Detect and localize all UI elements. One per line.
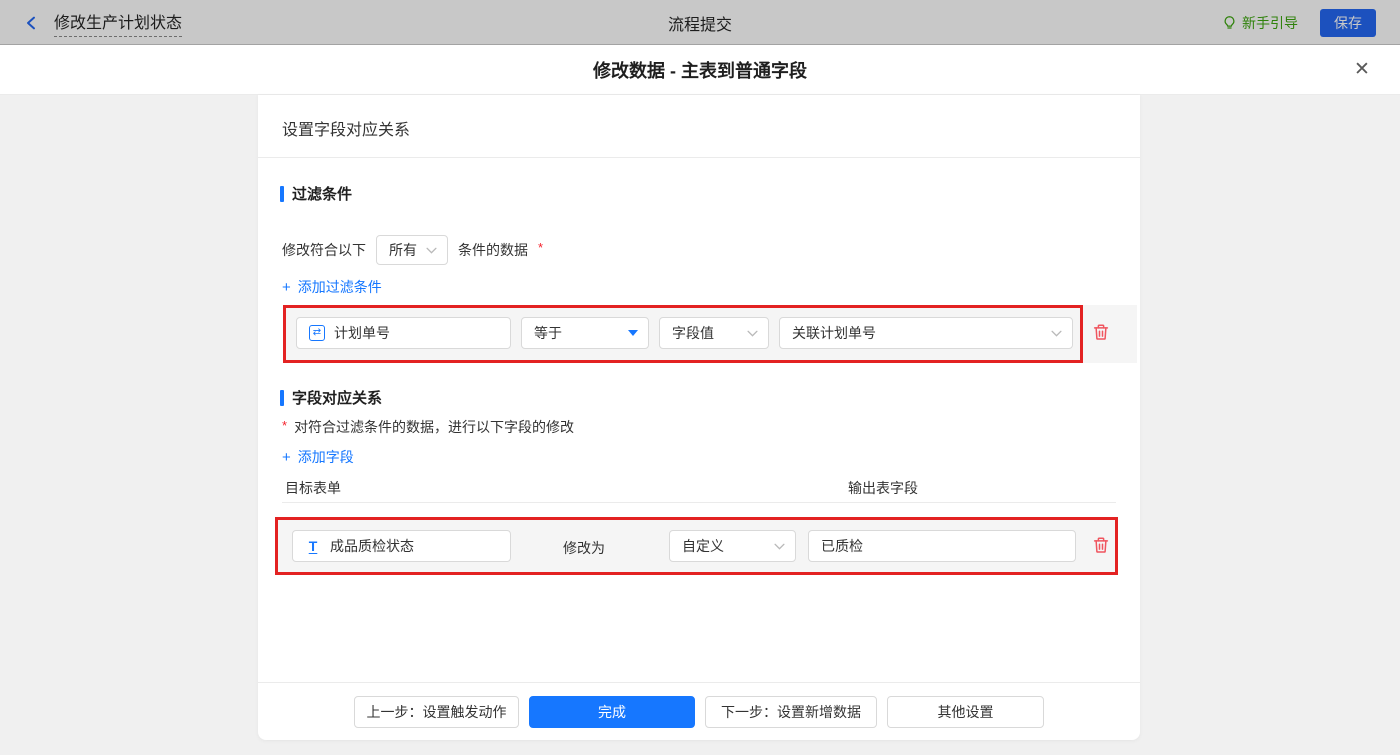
- modify-data-dialog: 修改数据 - 主表到普通字段 ✕ 设置字段对应关系 过滤条件 修改符合以下 所有…: [0, 45, 1400, 755]
- delete-mapping-row-icon[interactable]: [1092, 536, 1112, 556]
- custom-value-input[interactable]: 已质检: [808, 530, 1076, 562]
- section-bar: [280, 186, 284, 202]
- prev-step-button[interactable]: 上一步：设置触发动作: [354, 696, 519, 728]
- dialog-header: 修改数据 - 主表到普通字段 ✕: [0, 45, 1400, 95]
- condition-prefix: 修改符合以下: [282, 240, 366, 260]
- dropdown-triangle-icon: [628, 330, 638, 336]
- condition-suffix: 条件的数据: [458, 240, 528, 260]
- save-button[interactable]: 保存: [1320, 9, 1376, 37]
- value-type-select[interactable]: 字段值: [659, 317, 769, 349]
- card-footer: 上一步：设置触发动作 完成 下一步：设置新增数据 其他设置: [258, 682, 1140, 740]
- chevron-down-icon: [747, 330, 758, 337]
- match-mode-select[interactable]: 所有: [376, 235, 448, 265]
- custom-value-type-select[interactable]: 自定义: [669, 530, 796, 562]
- beginner-guide-link[interactable]: 新手引导: [1222, 13, 1298, 33]
- other-settings-button[interactable]: 其他设置: [887, 696, 1044, 728]
- close-icon[interactable]: ✕: [1349, 57, 1375, 83]
- chevron-down-icon: [426, 247, 437, 254]
- chevron-down-icon: [774, 543, 785, 550]
- mapping-section-title: 字段对应关系: [280, 387, 382, 408]
- settings-card: 设置字段对应关系 过滤条件 修改符合以下 所有 条件的数据 * + 添: [258, 95, 1140, 740]
- column-header-target-form: 目标表单: [285, 478, 341, 498]
- modify-to-label: 修改为: [563, 538, 605, 558]
- section-bar: [280, 390, 284, 406]
- add-field-link[interactable]: + 添加字段: [282, 447, 354, 467]
- plus-icon: +: [282, 450, 291, 465]
- divider: [282, 502, 1116, 503]
- dialog-title: 修改数据 - 主表到普通字段: [593, 57, 807, 83]
- card-title: 设置字段对应关系: [258, 95, 1140, 158]
- chevron-down-icon: [1051, 330, 1062, 337]
- lightbulb-icon: [1222, 15, 1237, 31]
- condition-sentence: 修改符合以下 所有 条件的数据 *: [282, 235, 543, 265]
- done-button[interactable]: 完成: [529, 696, 695, 728]
- topbar-center-title: 流程提交: [0, 0, 1400, 45]
- plus-icon: +: [282, 280, 291, 295]
- column-header-output-field: 输出表字段: [848, 478, 918, 498]
- required-asterisk: *: [282, 418, 287, 433]
- add-filter-condition-link[interactable]: + 添加过滤条件: [282, 277, 382, 297]
- next-step-button[interactable]: 下一步：设置新增数据: [705, 696, 877, 728]
- serial-number-field-icon: ⇄: [309, 325, 325, 341]
- filter-field-select[interactable]: ⇄ 计划单号: [296, 317, 511, 349]
- required-asterisk: *: [538, 240, 543, 255]
- text-field-icon: T: [305, 538, 321, 554]
- screen: 修改生产计划状态 流程提交 新手引导 保存 修改数据 - 主表到普通字段 ✕ 设…: [0, 0, 1400, 755]
- mapping-note: * 对符合过滤条件的数据，进行以下字段的修改: [282, 417, 574, 437]
- app-topbar: 修改生产计划状态 流程提交 新手引导 保存: [0, 0, 1400, 45]
- operator-select[interactable]: 等于: [521, 317, 649, 349]
- delete-filter-row-icon[interactable]: [1092, 323, 1112, 343]
- guide-label: 新手引导: [1242, 13, 1298, 33]
- target-field-select[interactable]: T 成品质检状态: [292, 530, 511, 562]
- filter-section-title: 过滤条件: [280, 183, 352, 204]
- value-field-select[interactable]: 关联计划单号: [779, 317, 1073, 349]
